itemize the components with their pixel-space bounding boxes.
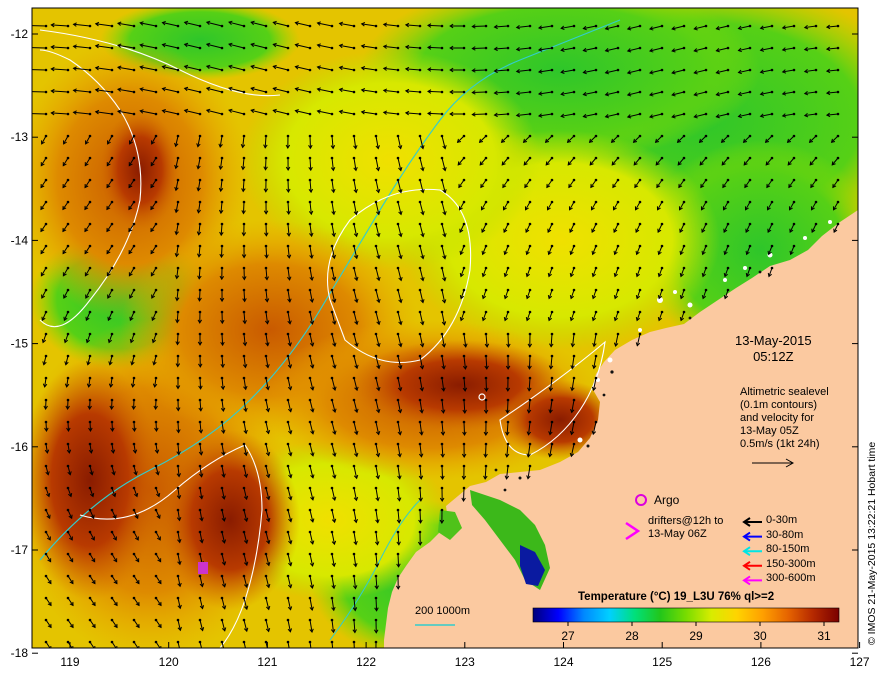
- colorbar-tick-label: 28: [625, 629, 639, 643]
- latitude-label: -18: [11, 646, 29, 660]
- longitude-label: 125: [652, 655, 672, 669]
- colorbar-title: Temperature (°C) 19_L3U 76% ql>=2: [578, 591, 775, 603]
- longitude-label: 119: [60, 655, 79, 669]
- scale-bar-label: 200 1000m: [415, 605, 471, 617]
- latitude-label: -16: [11, 440, 29, 454]
- altimetry-line: (0.1m contours): [740, 399, 818, 411]
- altimetry-line: and velocity for: [740, 412, 814, 424]
- longitude-label: 127: [850, 655, 870, 669]
- drifters-legend-label: drifters@12h to 13-May 06Z: [648, 515, 723, 541]
- colorbar-tick-label: 27: [561, 629, 575, 643]
- altimetry-line: Altimetric sealevel: [740, 386, 829, 398]
- depth-legend-label: 30-80m: [766, 528, 804, 541]
- latitude-label: -13: [11, 130, 29, 144]
- colorbar-tick-label: 29: [689, 629, 703, 643]
- altimetry-note: Altimetric sealevel (0.1m contours) and …: [740, 386, 829, 451]
- map-field: [32, 8, 858, 648]
- latitude-label: -17: [11, 543, 29, 557]
- map-date: 13-May-2015: [735, 333, 812, 348]
- depth-legend-label: 80-150m: [766, 543, 810, 556]
- map-time: 05:12Z: [753, 349, 794, 364]
- longitude-label: 122: [356, 655, 376, 669]
- drifters-line: drifters@12h to: [648, 515, 724, 527]
- argo-legend-label: Argo: [654, 493, 680, 507]
- altimetry-line: 0.5m/s (1kt 24h): [740, 438, 820, 450]
- credit-text: © IMOS 21-May-2015 13:22:21 Hobart time: [866, 441, 878, 645]
- latitude-label: -15: [11, 337, 29, 351]
- latitude-label: -14: [11, 233, 29, 247]
- longitude-label: 120: [159, 655, 179, 669]
- latitude-label: -12: [11, 27, 29, 41]
- longitude-label: 121: [257, 655, 277, 669]
- colorbar-tick-label: 31: [817, 629, 831, 643]
- colorbar-tick-label: 30: [753, 629, 767, 643]
- timestamp-block: 13-May-2015 05:12Z: [735, 333, 812, 365]
- longitude-label: 126: [751, 655, 771, 669]
- depth-legend-label: 150-300m: [766, 557, 816, 570]
- depth-legend-label: 0-30m: [766, 514, 798, 526]
- longitude-label: 123: [455, 655, 475, 669]
- temperature-colorbar: [532, 607, 840, 623]
- depth-legend-label: 300-600m: [766, 572, 816, 585]
- depth-legend: 0-30m 30-80m 80-150m 150-300m 300-600m: [766, 513, 816, 586]
- altimetry-line: 13-May 05Z: [740, 425, 799, 437]
- longitude-label: 124: [553, 655, 573, 669]
- drifters-line: 13-May 06Z: [648, 528, 707, 540]
- drifter-marker: [198, 562, 208, 574]
